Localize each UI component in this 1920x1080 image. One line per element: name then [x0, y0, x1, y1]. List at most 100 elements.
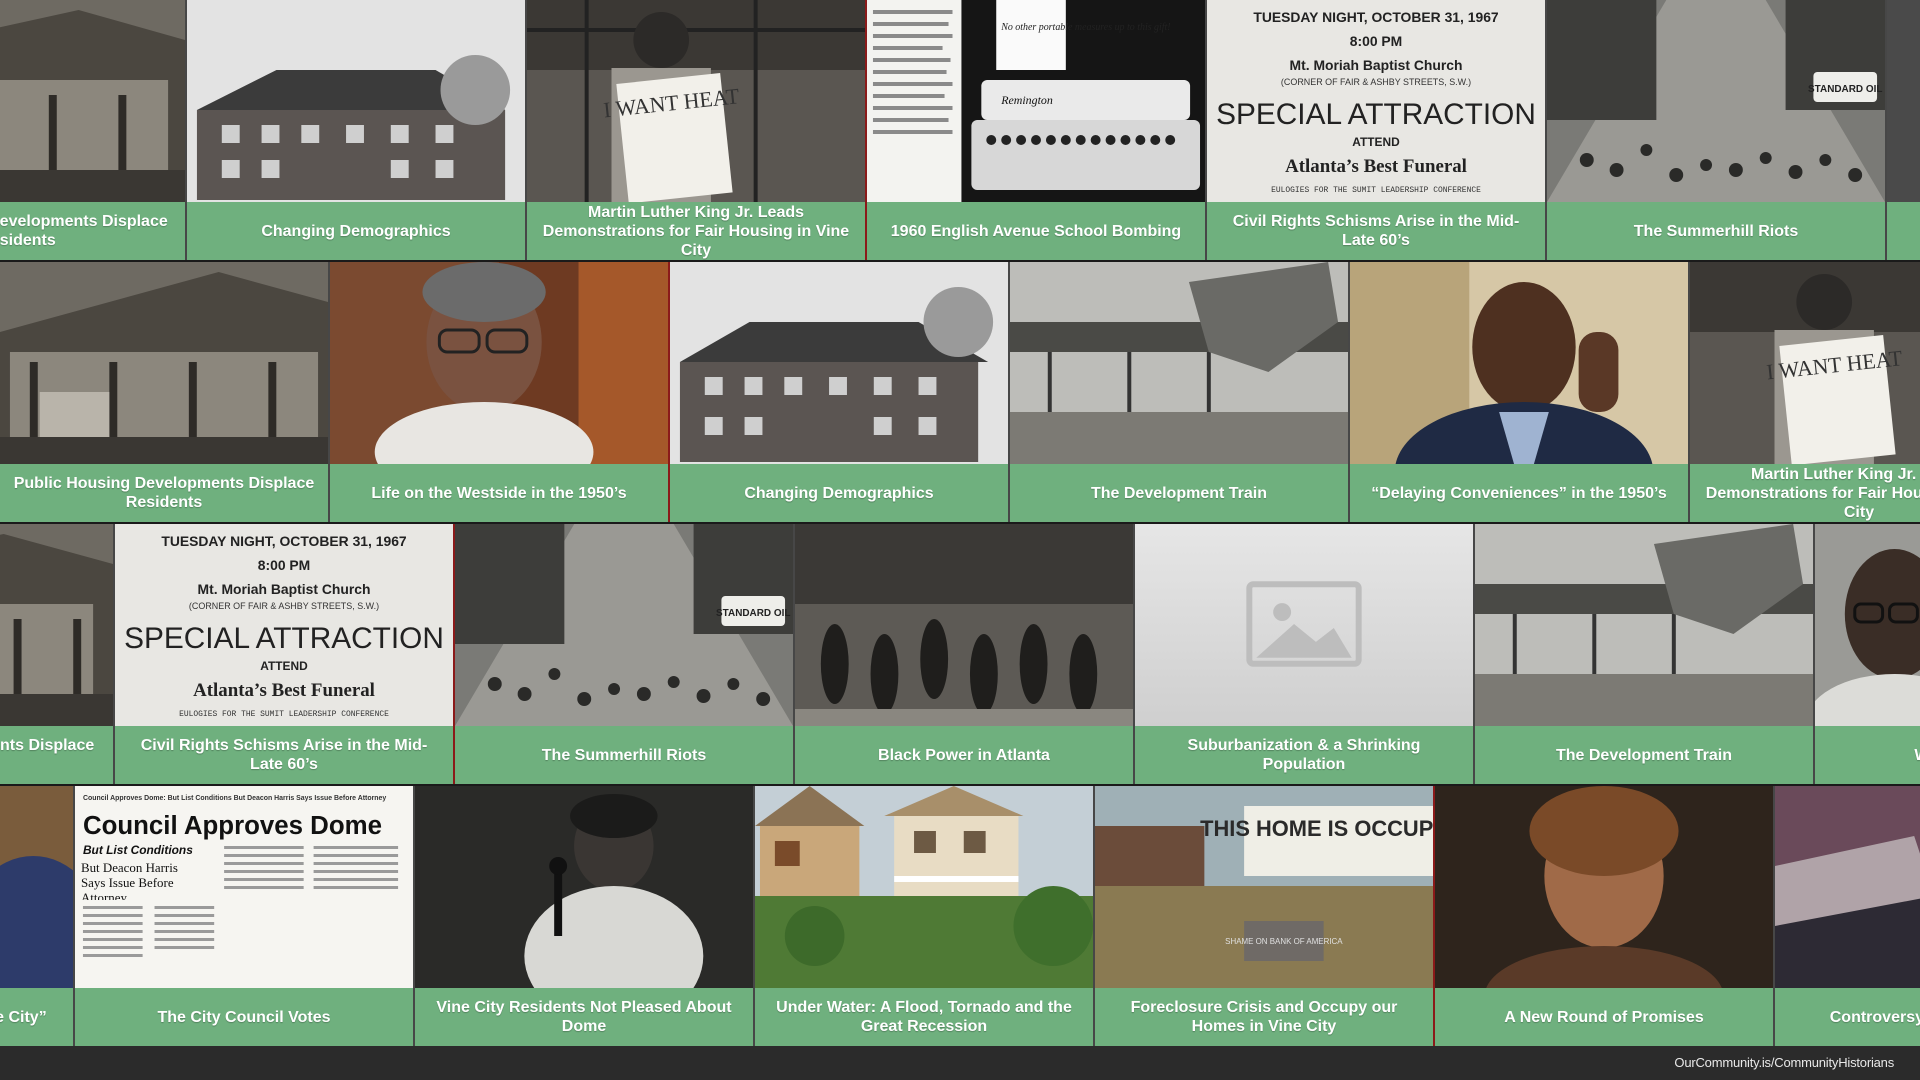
tile-caption: Martin Luther King Jr. Leads Demonstrati…	[527, 202, 865, 260]
photo-man-portrait	[1350, 262, 1688, 464]
footer-bar: OurCommunity.is/CommunityHistorians	[0, 1046, 1920, 1080]
tile-caption: The Summerhill Riots	[455, 726, 793, 784]
tile-caption: Changing Demographics	[187, 202, 525, 260]
tile-caption: Life on the Westside in the 1950’s	[330, 464, 668, 522]
story-tile[interactable]: Changing Demographics	[670, 262, 1010, 522]
story-tile[interactable]: Public Housing Developments Displace Res…	[0, 0, 187, 260]
photo-newspaper: Council Approves Dome: But List Conditio…	[75, 786, 413, 988]
photo-porch	[0, 0, 185, 202]
tile-caption: Controversy over the Stadium	[1775, 988, 1920, 1046]
tile-caption: Vine City Residents Not Pleased About Do…	[415, 988, 753, 1046]
story-tile[interactable]: THIS HOME IS OCCUPIED! SHAME ON BANK OF A…	[1095, 786, 1435, 1046]
story-tile[interactable]: Under Water: A Flood, Tornado and the Gr…	[755, 786, 1095, 1046]
photo-dark	[1887, 0, 1920, 202]
story-tile-wall: Public Housing Developments Displace Res…	[0, 0, 1920, 1046]
photo-apartment	[670, 262, 1008, 464]
svg-text:ATTEND: ATTEND	[1352, 135, 1400, 149]
tile-caption: Suburbanization & a Shrinking Population	[1135, 726, 1473, 784]
story-tile[interactable]: Controversy over the Stadium	[1775, 786, 1920, 1046]
photo-funeral-flyer: TUESDAY NIGHT, OCTOBER 31, 1967 8:00 PM Mt…	[1207, 0, 1545, 202]
story-tile[interactable]: The Development Train	[1475, 524, 1815, 784]
photo-excavator	[1475, 524, 1813, 726]
svg-text:But List Conditions: But List Conditions	[83, 843, 193, 857]
story-tile[interactable]: No other portable measures up to this gi…	[867, 0, 1207, 260]
ad-text: No other portable measures up to this gi…	[1000, 22, 1170, 33]
tile-caption: 1960 English Avenue School Bombing	[867, 202, 1205, 260]
svg-text:SPECIAL ATTRACTION: SPECIAL ATTRACTION	[1216, 98, 1536, 131]
tile-caption: The City Council Votes	[75, 988, 413, 1046]
svg-text:TUESDAY NIGHT, OCTOBER 31, 196: TUESDAY NIGHT, OCTOBER 31, 1967	[1253, 9, 1499, 25]
story-tile[interactable]: “Delaying Conveniences” in the 1950’s	[1350, 262, 1690, 522]
tile-caption: “Delaying Conveniences” in the 1950’s	[1350, 464, 1688, 522]
photo-excavator	[1010, 262, 1348, 464]
svg-text:ATTEND: ATTEND	[260, 659, 308, 673]
story-tile[interactable]: Changing Demographics	[187, 0, 527, 260]
story-tile[interactable]: A New Round of Promises	[1435, 786, 1775, 1046]
svg-text:(CORNER OF FAIR & ASHBY STREET: (CORNER OF FAIR & ASHBY STREETS, S.W.)	[189, 601, 379, 611]
tile-caption: Changing Demographics	[670, 464, 1008, 522]
svg-text:STANDARD OIL: STANDARD OIL	[1808, 84, 1882, 95]
svg-text:Atlanta’s Best Funeral: Atlanta’s Best Funeral	[193, 680, 375, 701]
svg-text:SPECIAL ATTRACTION: SPECIAL ATTRACTION	[124, 622, 444, 655]
footer-credit: OurCommunity.is/CommunityHistorians	[1674, 1055, 1894, 1070]
tile-caption: Westside Success	[1815, 726, 1920, 784]
photo-boy-with-sign: I WANT HEAT	[527, 0, 865, 202]
story-tile[interactable]: “Delaying Conveniences” in the City”	[0, 786, 75, 1046]
story-tile[interactable]: Vine City Residents Not Pleased About Do…	[415, 786, 755, 1046]
tile-caption: Public Housing Developments Displace Res…	[0, 726, 113, 784]
story-tile[interactable]: The Development Train	[1010, 262, 1350, 522]
tile-caption: Foreclosure Crisis and Occupy our Homes …	[1095, 988, 1433, 1046]
tile-caption: Civil Rights Schisms Arise in the Mid-La…	[1207, 202, 1545, 260]
photo-funeral-flyer: TUESDAY NIGHT, OCTOBER 31, 1967 8:00 PM Mt…	[115, 524, 453, 726]
story-tile[interactable]: Public Housing Developments Displace Res…	[0, 524, 115, 784]
svg-text:Atlanta’s Best Funeral: Atlanta’s Best Funeral	[1285, 156, 1467, 177]
story-tile[interactable]: TUESDAY NIGHT, OCTOBER 31, 1967 8:00 PM Mt…	[1207, 0, 1547, 260]
svg-text:Mt. Moriah Baptist Church: Mt. Moriah Baptist Church	[1290, 57, 1463, 73]
photo-porch	[0, 524, 113, 726]
svg-text:Mt. Moriah Baptist Church: Mt. Moriah Baptist Church	[198, 581, 371, 597]
photo-occupy: THIS HOME IS OCCUPIED! SHAME ON BANK OF A…	[1095, 786, 1433, 988]
tile-caption: Martin Luther King Jr. Leads Demonstrati…	[1690, 464, 1920, 522]
story-tile[interactable]: Black Power in Atlanta	[795, 524, 1135, 784]
photo-apartment	[187, 0, 525, 202]
svg-text:SHAME ON BANK OF AMERICA: SHAME ON BANK OF AMERICA	[1225, 937, 1343, 946]
photo-street-crowd: STANDARD OIL	[1547, 0, 1885, 202]
svg-text:Council Approves Dome: But Lis: Council Approves Dome: But List Conditio…	[83, 795, 386, 802]
tile-caption: Black Power in Atlanta	[795, 726, 1133, 784]
tile-caption	[1887, 202, 1920, 260]
photo-boy-with-sign: I WANT HEAT	[1690, 262, 1920, 464]
story-tile[interactable]: I WANT HEAT Martin Luther King Jr. Leads…	[1690, 262, 1920, 522]
photo-woman-glasses	[1815, 524, 1920, 726]
story-tile[interactable]: I WANT HEAT Martin Luther King Jr. Leads…	[527, 0, 867, 260]
photo-stadium	[1775, 786, 1920, 988]
story-tile[interactable]: Public Housing Developments Displace Res…	[0, 262, 330, 522]
photo-placeholder	[1135, 524, 1473, 726]
tile-caption: “Delaying Conveniences” in the City”	[0, 988, 73, 1046]
photo-houses	[755, 786, 1093, 988]
story-tile[interactable]: TUESDAY NIGHT, OCTOBER 31, 1967 8:00 PM Mt…	[115, 524, 455, 784]
svg-text:EULOGIES FOR THE SUMIT LEADERS: EULOGIES FOR THE SUMIT LEADERSHIP CONFER…	[179, 710, 389, 719]
tile-caption: The Development Train	[1475, 726, 1813, 784]
photo-woman-portrait	[330, 262, 668, 464]
tile-caption: A New Round of Promises	[1435, 988, 1773, 1046]
svg-text:THIS HOME IS OCCUPIED!: THIS HOME IS OCCUPIED!	[1200, 816, 1433, 841]
story-tile[interactable]: Council Approves Dome: But List Conditio…	[75, 786, 415, 1046]
story-tile[interactable]: Life on the Westside in the 1950’s	[330, 262, 670, 522]
photo-typewriter-ad: No other portable measures up to this gi…	[867, 0, 1205, 202]
svg-text:STANDARD OIL: STANDARD OIL	[716, 608, 790, 619]
story-tile[interactable]: STANDARD OIL The Summerhill Riots	[1547, 0, 1887, 260]
svg-text:8:00 PM: 8:00 PM	[258, 557, 311, 573]
tile-caption: Civil Rights Schisms Arise in the Mid-La…	[115, 726, 453, 784]
brand-text: Remington	[1000, 93, 1053, 107]
photo-porch	[0, 262, 328, 464]
story-tile[interactable]: STANDARD OIL The Summerhill Riots	[455, 524, 795, 784]
svg-text:TUESDAY NIGHT, OCTOBER 31, 196: TUESDAY NIGHT, OCTOBER 31, 1967	[161, 533, 407, 549]
svg-text:Council Approves Dome: Council Approves Dome	[83, 812, 382, 840]
tile-caption: Public Housing Developments Displace Res…	[0, 464, 328, 522]
story-tile[interactable]: Suburbanization & a Shrinking Population	[1135, 524, 1475, 784]
photo-riot	[795, 524, 1133, 726]
story-tile[interactable]	[1887, 0, 1920, 260]
svg-text:8:00 PM: 8:00 PM	[1350, 33, 1403, 49]
photo-woman-modern	[1435, 786, 1773, 988]
story-tile[interactable]: Westside Success	[1815, 524, 1920, 784]
